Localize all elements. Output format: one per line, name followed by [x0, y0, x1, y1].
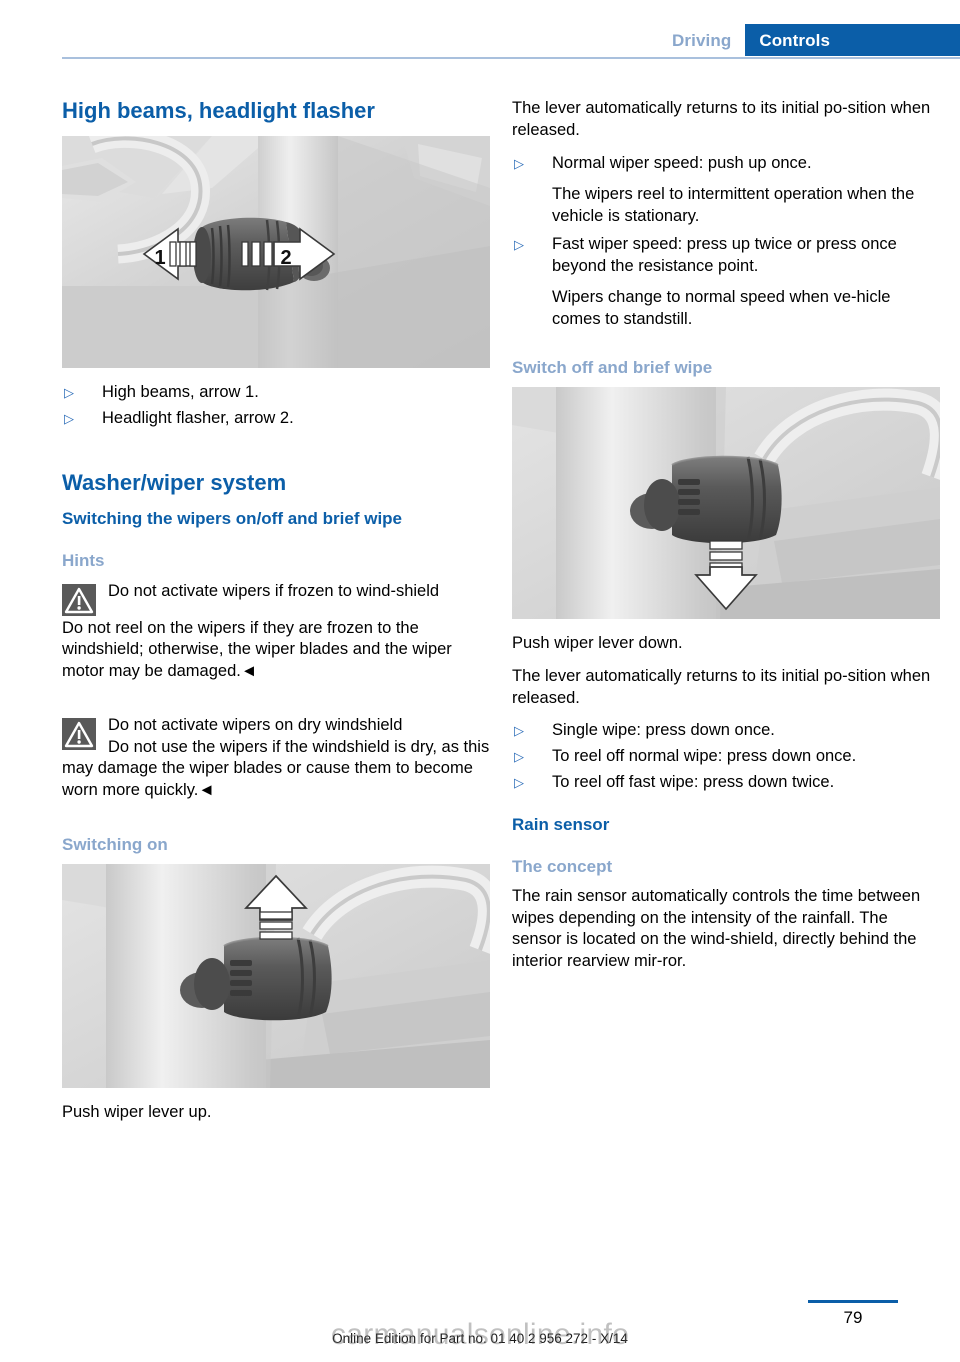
warning-block-frozen: Do not activate wipers if frozen to wind…	[62, 581, 490, 683]
bullet-list-switch-off: ▷ Single wipe: press down once. ▷ To ree…	[512, 720, 940, 793]
bullet-list-fast-speed: ▷ Fast wiper speed: press up twice or pr…	[512, 234, 940, 278]
list-item-label: Fast wiper speed: press up twice or pres…	[552, 234, 897, 275]
warning-block-dry: Do not activate wipers on dry windshield…	[62, 715, 490, 802]
list-item: ▷ To reel off fast wipe: press down twic…	[512, 772, 940, 794]
list-item: ▷ To reel off normal wipe: press down on…	[512, 746, 940, 768]
warning-body: Do not use the wipers if the windshield …	[62, 737, 490, 800]
bullet-marker-icon: ▷	[64, 385, 74, 401]
list-item-label: To reel off normal wipe: press down once…	[552, 747, 857, 766]
heading-washer-wiper-system: Washer/wiper system	[62, 469, 287, 495]
warning-title: Do not activate wipers on dry windshield	[108, 715, 403, 734]
warning-body: Do not reel on the wipers if they are fr…	[62, 618, 452, 681]
left-column: High beams, headlight flasher 1 2 ▷ High…	[62, 98, 490, 1135]
subparagraph-fast-speed: Wipers change to normal speed when ve‑hi…	[552, 288, 891, 329]
heading-high-beams: High beams, headlight flasher	[62, 98, 375, 123]
page-number: 79	[843, 1308, 863, 1327]
list-item: ▷ High beams, arrow 1.	[62, 382, 490, 404]
heading-switching-on: Switching on	[62, 834, 168, 854]
heading-rain-sensor: Rain sensor	[512, 814, 610, 834]
warning-triangle-icon	[62, 717, 96, 750]
warning-title: Do not activate wipers if frozen to wind…	[108, 581, 440, 600]
paragraph-lever-returns-2: The lever automatically returns to its i…	[512, 666, 931, 707]
heading-hints: Hints	[62, 551, 105, 571]
figure-wiper-lever-up	[62, 863, 490, 1088]
footer-edition-note: Online Edition for Part no. 01 40 2 956 …	[332, 1331, 628, 1346]
page-number-rule	[808, 1300, 898, 1303]
paragraph-lever-returns: The lever automatically returns to its i…	[512, 99, 931, 139]
heading-switching-wipers: Switching the wipers on/off and brief wi…	[62, 509, 403, 529]
bullet-marker-icon: ▷	[514, 236, 524, 252]
bullet-marker-icon: ▷	[514, 774, 524, 790]
list-item-label: High beams, arrow 1.	[102, 383, 259, 402]
list-item: ▷ Single wipe: press down once.	[512, 720, 940, 742]
bullet-marker-icon: ▷	[514, 723, 524, 739]
bullet-marker-icon: ▷	[514, 155, 524, 171]
caption-push-wiper-lever-down: Push wiper lever down.	[512, 633, 683, 652]
list-item-label: Single wipe: press down once.	[552, 721, 775, 740]
right-column: The lever automatically returns to its i…	[512, 98, 940, 984]
warning-triangle-icon	[62, 583, 96, 616]
list-item-label: Headlight flasher, arrow 2.	[102, 409, 294, 428]
list-item: ▷ Fast wiper speed: press up twice or pr…	[512, 234, 940, 278]
bullet-marker-icon: ▷	[64, 411, 74, 427]
figure-high-beam-stalk: 1 2	[62, 136, 490, 369]
subparagraph-normal-speed: The wipers reel to intermittent operatio…	[552, 185, 915, 226]
figure-wiper-lever-down	[512, 386, 940, 619]
heading-switch-off-brief-wipe: Switch off and brief wipe	[512, 357, 713, 377]
bullet-marker-icon: ▷	[514, 749, 524, 765]
page-body: High beams, headlight flasher 1 2 ▷ High…	[0, 0, 960, 1362]
bullet-list-high-beams: ▷ High beams, arrow 1. ▷ Headlight flash…	[62, 382, 490, 430]
svg-text:2: 2	[280, 247, 291, 269]
bullet-list-wiper-speed: ▷ Normal wiper speed: push up once.	[512, 153, 940, 175]
caption-push-wiper-lever-up: Push wiper lever up.	[62, 1102, 212, 1121]
svg-text:1: 1	[154, 247, 165, 269]
list-item-label: To reel off fast wipe: press down twice.	[552, 772, 835, 791]
list-item: ▷ Headlight flasher, arrow 2.	[62, 408, 490, 430]
list-item: ▷ Normal wiper speed: push up once.	[512, 153, 940, 175]
page-number-block: 79	[808, 1300, 898, 1328]
heading-the-concept: The concept	[512, 856, 613, 876]
paragraph-rain-sensor: The rain sensor automatically controls t…	[512, 886, 921, 971]
list-item-label: Normal wiper speed: push up once.	[552, 153, 812, 172]
